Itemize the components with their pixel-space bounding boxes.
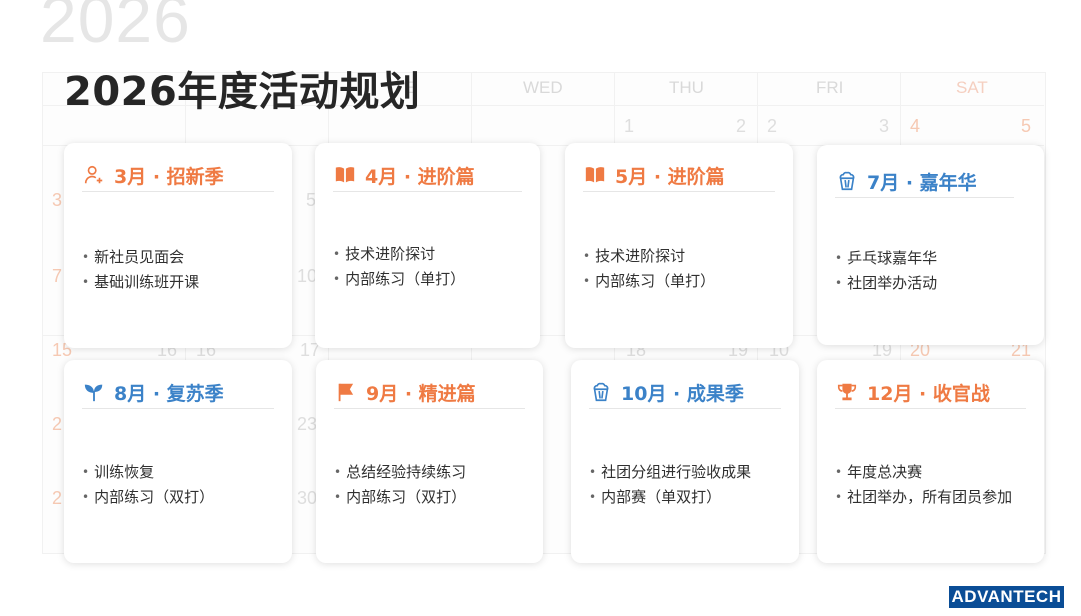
list-item: 乒乓球嘉年华 — [835, 246, 1034, 271]
card-title: 12月 · 收官战 — [867, 382, 990, 405]
weekday-label: WED — [523, 78, 563, 97]
calendar-day-number: 2 — [736, 116, 747, 136]
sprout-icon — [82, 380, 106, 404]
month-card-september: 9月 · 精进篇 总结经验持续练习 内部练习（双打） — [316, 360, 543, 563]
calendar-day-number: 3 — [52, 190, 63, 210]
book-icon — [583, 163, 607, 187]
calendar-day-number: 23 — [297, 414, 318, 434]
list-item: 技术进阶探讨 — [583, 244, 783, 269]
month-card-may: 5月 · 进阶篇 技术进阶探讨 内部练习（单打） — [565, 143, 793, 348]
month-card-december: 12月 · 收官战 年度总决赛 社团举办，所有团员参加 — [817, 360, 1044, 563]
card-item-list: 训练恢复 内部练习（双打） — [82, 460, 282, 510]
list-item: 内部赛（单双打） — [589, 485, 789, 510]
card-title: 4月 · 进阶篇 — [365, 165, 475, 188]
user-plus-icon — [82, 163, 106, 187]
card-header: 12月 · 收官战 — [835, 376, 1026, 409]
weekday-label: FRI — [816, 78, 844, 97]
calendar-day-number: 5 — [1021, 116, 1032, 136]
popcorn-icon — [835, 169, 859, 193]
card-item-list: 技术进阶探讨 内部练习（单打） — [583, 244, 783, 294]
weekday-label: SAT — [956, 78, 988, 97]
list-item: 基础训练班开课 — [82, 270, 282, 295]
list-item: 内部练习（双打） — [334, 485, 533, 510]
month-card-march: 3月 · 招新季 新社员见面会 基础训练班开课 — [64, 143, 292, 348]
card-item-list: 总结经验持续练习 内部练习（双打） — [334, 460, 533, 510]
card-item-list: 技术进阶探讨 内部练习（单打） — [333, 242, 530, 292]
card-item-list: 年度总决赛 社团举办，所有团员参加 — [835, 460, 1034, 510]
trophy-icon — [835, 380, 859, 404]
calendar-day-number: 30 — [297, 488, 318, 508]
calendar-day-number: 2 — [767, 116, 778, 136]
month-card-april: 4月 · 进阶篇 技术进阶探讨 内部练习（单打） — [315, 143, 540, 348]
month-card-october: 10月 · 成果季 社团分组进行验收成果 内部赛（单双打） — [571, 360, 799, 563]
list-item: 年度总决赛 — [835, 460, 1034, 485]
list-item: 社团分组进行验收成果 — [589, 460, 789, 485]
list-item: 内部练习（单打） — [333, 267, 530, 292]
card-title: 9月 · 精进篇 — [366, 382, 476, 405]
list-item: 技术进阶探讨 — [333, 242, 530, 267]
card-title: 7月 · 嘉年华 — [867, 171, 977, 194]
list-item: 训练恢复 — [82, 460, 282, 485]
list-item: 社团举办，所有团员参加 — [835, 485, 1034, 510]
list-item: 社团举办活动 — [835, 271, 1034, 296]
calendar-day-number: 3 — [879, 116, 890, 136]
card-header: 5月 · 进阶篇 — [583, 159, 775, 192]
card-title: 5月 · 进阶篇 — [615, 165, 725, 188]
calendar-day-number: 1 — [624, 116, 635, 136]
book-icon — [333, 163, 357, 187]
page-title: 2026年度活动规划 — [64, 69, 421, 115]
advantech-logo: ADVANTECH — [949, 586, 1064, 608]
list-item: 总结经验持续练习 — [334, 460, 533, 485]
popcorn-icon — [589, 380, 613, 404]
list-item: 内部练习（双打） — [82, 485, 282, 510]
card-header: 7月 · 嘉年华 — [835, 165, 1014, 198]
card-header: 4月 · 进阶篇 — [333, 159, 522, 192]
month-card-august: 8月 · 复苏季 训练恢复 内部练习（双打） — [64, 360, 292, 563]
card-item-list: 乒乓球嘉年华 社团举办活动 — [835, 246, 1034, 296]
calendar-day-number: 2 — [52, 414, 63, 434]
card-title: 3月 · 招新季 — [114, 165, 224, 188]
card-header: 10月 · 成果季 — [589, 376, 781, 409]
card-header: 9月 · 精进篇 — [334, 376, 525, 409]
card-item-list: 新社员见面会 基础训练班开课 — [82, 245, 282, 295]
list-item: 内部练习（单打） — [583, 269, 783, 294]
flag-icon — [334, 380, 358, 404]
card-title: 10月 · 成果季 — [621, 382, 744, 405]
card-item-list: 社团分组进行验收成果 内部赛（单双打） — [589, 460, 789, 510]
weekday-label: THU — [669, 78, 704, 97]
card-header: 8月 · 复苏季 — [82, 376, 274, 409]
card-title: 8月 · 复苏季 — [114, 382, 224, 405]
month-card-july: 7月 · 嘉年华 乒乓球嘉年华 社团举办活动 — [817, 145, 1044, 345]
card-header: 3月 · 招新季 — [82, 159, 274, 192]
list-item: 新社员见面会 — [82, 245, 282, 270]
calendar-day-number: 7 — [52, 266, 63, 286]
calendar-day-number: 4 — [910, 116, 921, 136]
background-year: 2026 — [40, 0, 191, 56]
calendar-day-number: 2 — [52, 488, 63, 508]
